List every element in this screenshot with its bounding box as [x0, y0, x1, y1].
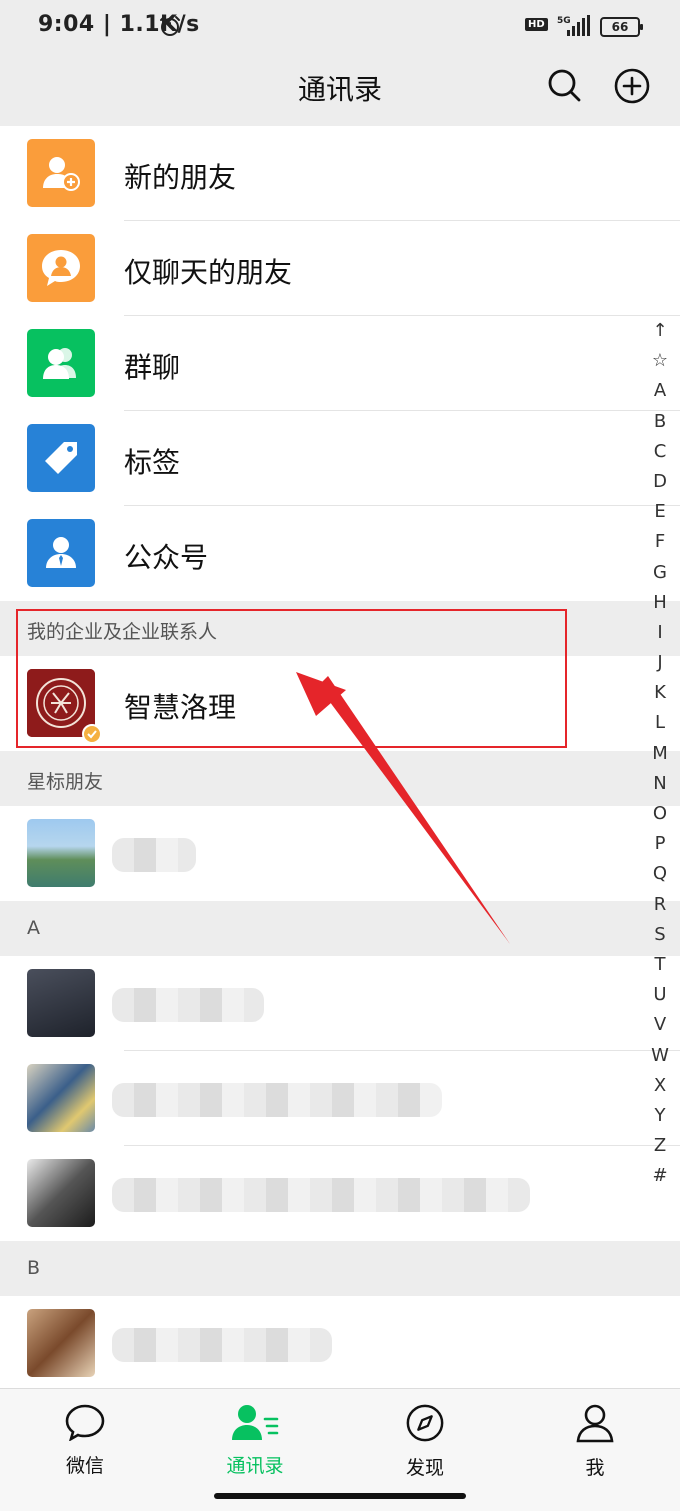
- section-title: B: [27, 1257, 41, 1279]
- menu-item-new-friends[interactable]: 新的朋友: [0, 126, 680, 221]
- section-header-b: B: [0, 1241, 680, 1296]
- contact-row[interactable]: [0, 956, 680, 1051]
- index-letter[interactable]: Y: [645, 1101, 675, 1131]
- index-letter[interactable]: I: [645, 618, 675, 648]
- add-friend-icon: [27, 139, 95, 207]
- index-letter[interactable]: N: [645, 769, 675, 799]
- index-letter[interactable]: R: [645, 890, 675, 920]
- status-bar: 9:04 | 1.1K/s HD 5G 66: [0, 0, 680, 52]
- blurred-contact-name: [112, 988, 264, 1022]
- index-letter[interactable]: P: [645, 829, 675, 859]
- avatar: [27, 1064, 95, 1132]
- section-title: 星标朋友: [27, 771, 104, 793]
- enterprise-contact-name: 智慧洛理: [124, 691, 237, 724]
- add-icon[interactable]: [613, 67, 651, 105]
- tab-label: 通讯录: [226, 1455, 284, 1477]
- hd-badge: HD: [525, 18, 548, 31]
- section-header-starred: 星标朋友: [0, 751, 680, 806]
- index-letter[interactable]: V: [645, 1010, 675, 1040]
- menu-item-label: 公众号: [124, 541, 209, 574]
- search-icon[interactable]: [546, 67, 582, 103]
- index-letter[interactable]: F: [645, 527, 675, 557]
- index-letter[interactable]: T: [645, 950, 675, 980]
- index-letter[interactable]: U: [645, 980, 675, 1010]
- chat-only-friend-icon: [27, 234, 95, 302]
- person-icon: [576, 1404, 614, 1443]
- index-letter[interactable]: B: [645, 407, 675, 437]
- index-letter[interactable]: W: [645, 1041, 675, 1071]
- official-account-icon: [27, 519, 95, 587]
- tab-label: 微信: [65, 1455, 104, 1477]
- index-letter[interactable]: M: [645, 739, 675, 769]
- menu-item-label: 群聊: [124, 351, 181, 384]
- verified-badge-icon: [82, 724, 102, 744]
- index-letter[interactable]: K: [645, 678, 675, 708]
- menu-item-official-accounts[interactable]: 公众号: [0, 506, 680, 601]
- blurred-contact-name: [112, 1083, 442, 1117]
- index-letter[interactable]: J: [645, 648, 675, 678]
- enterprise-contact-row[interactable]: 智慧洛理: [0, 656, 680, 751]
- tab-label: 发现: [405, 1457, 444, 1479]
- compass-icon: [406, 1404, 444, 1442]
- section-header-enterprise: 我的企业及企业联系人: [0, 601, 680, 656]
- index-letter[interactable]: L: [645, 708, 675, 738]
- index-letter[interactable]: E: [645, 497, 675, 527]
- tab-chats[interactable]: 微信: [30, 1403, 140, 1478]
- menu-item-chat-only-friends[interactable]: 仅聊天的朋友: [0, 221, 680, 316]
- avatar: [27, 1159, 95, 1227]
- index-letter[interactable]: A: [645, 376, 675, 406]
- alarm-icon: [160, 16, 180, 36]
- contact-row[interactable]: [0, 1051, 680, 1146]
- contact-row[interactable]: [0, 1296, 680, 1391]
- index-letter[interactable]: Z: [645, 1131, 675, 1161]
- menu-item-label: 仅聊天的朋友: [124, 256, 293, 289]
- tab-label: 我: [585, 1457, 605, 1479]
- index-letter[interactable]: O: [645, 799, 675, 829]
- group-chat-icon: [27, 329, 95, 397]
- index-letter[interactable]: G: [645, 558, 675, 588]
- index-letter[interactable]: Q: [645, 859, 675, 889]
- tab-contacts[interactable]: 通讯录: [200, 1403, 310, 1478]
- avatar: [27, 1309, 95, 1377]
- tab-me[interactable]: 我: [540, 1403, 650, 1480]
- avatar: [27, 819, 95, 887]
- index-letter[interactable]: H: [645, 588, 675, 618]
- section-title: A: [27, 917, 40, 939]
- section-title: 我的企业及企业联系人: [27, 621, 218, 643]
- contact-list: 新的朋友 仅聊天的朋友 群聊 标签 公众号 我的企业及企业联系人 智慧洛理 星标…: [0, 126, 680, 1391]
- top-bar: 通讯录: [0, 52, 680, 126]
- blurred-contact-name: [112, 1328, 332, 1362]
- contacts-icon: [232, 1405, 279, 1440]
- menu-item-group-chats[interactable]: 群聊: [0, 316, 680, 411]
- network-label: 5G: [557, 16, 571, 26]
- blurred-contact-name: [112, 1178, 530, 1212]
- index-letter[interactable]: D: [645, 467, 675, 497]
- contact-row[interactable]: [0, 1146, 680, 1241]
- index-letter[interactable]: #: [645, 1161, 675, 1191]
- battery-indicator: 66: [600, 17, 643, 37]
- home-indicator[interactable]: [214, 1493, 466, 1499]
- index-letter[interactable]: ↑: [645, 316, 675, 346]
- index-letter[interactable]: C: [645, 437, 675, 467]
- menu-item-tags[interactable]: 标签: [0, 411, 680, 506]
- index-letter[interactable]: X: [645, 1071, 675, 1101]
- index-letter[interactable]: S: [645, 920, 675, 950]
- signal-icon: 5G: [557, 15, 590, 36]
- menu-item-label: 新的朋友: [124, 161, 237, 194]
- contact-row[interactable]: [0, 806, 680, 901]
- blurred-contact-name: [112, 838, 196, 872]
- chat-bubble-icon: [65, 1404, 105, 1442]
- tag-icon: [27, 424, 95, 492]
- index-letter[interactable]: ☆: [645, 346, 675, 376]
- menu-item-label: 标签: [124, 446, 181, 479]
- section-header-a: A: [0, 901, 680, 956]
- alphabet-index[interactable]: ↑ ☆ A B C D E F G H I J K L M N O P Q R …: [645, 316, 675, 1191]
- tab-discover[interactable]: 发现: [370, 1403, 480, 1480]
- avatar: [27, 969, 95, 1037]
